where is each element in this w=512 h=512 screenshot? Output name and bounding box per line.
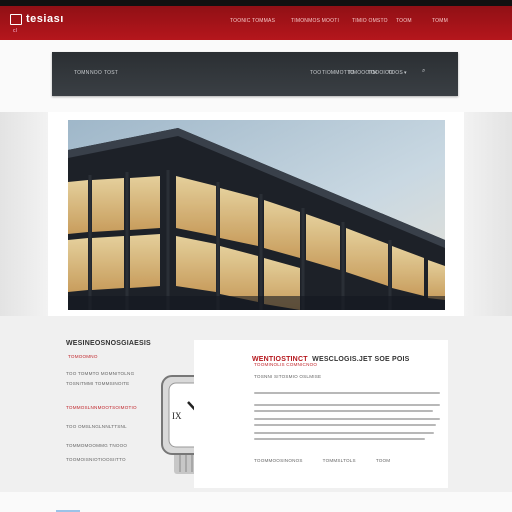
hero-shade-left xyxy=(0,112,48,316)
logo-subtext: cl xyxy=(13,28,18,34)
subnav-left-1[interactable]: TOMN xyxy=(74,70,89,76)
paragraph-line xyxy=(254,410,433,412)
subnav-right-5[interactable]: TOOS xyxy=(388,70,403,76)
hero-shade-right xyxy=(464,112,512,316)
footer xyxy=(0,492,512,512)
nav-item-1[interactable]: TOONIC TOMMAS xyxy=(230,18,275,24)
right-card-link[interactable]: TOOMMOOSINONOS xyxy=(254,458,303,463)
nav-item-4[interactable]: TOOM xyxy=(396,18,412,24)
left-card-tag[interactable]: TOMOOMNO xyxy=(68,354,190,359)
paragraph-line xyxy=(254,424,437,426)
subnav-right-1[interactable]: TOO xyxy=(310,70,321,76)
nav-item-5[interactable]: TOMM xyxy=(432,18,448,24)
paragraph-line xyxy=(254,392,440,394)
secondary-nav: TOMN NOO TOST TOO TIOMMOTTO TIMOOOTM TOO… xyxy=(52,52,458,96)
right-card-link[interactable]: TOOM xyxy=(376,458,391,463)
right-card-paragraph xyxy=(254,388,440,444)
top-header: tesiası cl TOONIC TOMMAS TIMONMOS MOOTI … xyxy=(0,0,512,40)
hero-image-building xyxy=(68,120,445,310)
svg-text:IX: IX xyxy=(172,411,182,421)
paragraph-line xyxy=(254,418,440,420)
right-card-title: WESCLOGIS.JET SOE POIS xyxy=(312,356,410,363)
right-card-link[interactable]: TOMMSLTOLS xyxy=(323,458,356,463)
subnav-left-3[interactable]: TOST xyxy=(104,70,118,76)
paragraph-line xyxy=(254,432,435,434)
chevron-down-icon[interactable]: ▾ xyxy=(404,70,407,76)
paragraph-line xyxy=(254,438,426,440)
tv-icon xyxy=(10,13,22,25)
right-card-subtitle-2: TOSNNI SITOSMIO OSLMISE xyxy=(254,374,322,379)
right-card: WENTIOSTINCT WESCLOGIS.JET SOE POIS TOOM… xyxy=(194,340,448,488)
site-logo[interactable]: tesiası cl xyxy=(10,13,64,34)
logo-text: tesiası xyxy=(26,13,64,25)
top-edge xyxy=(0,0,512,6)
left-card-title: WESINEOSNOSGIAESIS xyxy=(66,340,151,347)
search-icon[interactable]: ⌕ xyxy=(422,68,426,75)
subnav-left-2[interactable]: NOO xyxy=(90,70,102,76)
nav-item-3[interactable]: TIMIO OMSTO xyxy=(352,18,388,24)
right-card-subtitle: TOOMINOLIS COMNICNOO xyxy=(254,362,318,367)
nav-item-2[interactable]: TIMONMOS MOOTI xyxy=(291,18,339,24)
paragraph-line xyxy=(254,404,440,406)
